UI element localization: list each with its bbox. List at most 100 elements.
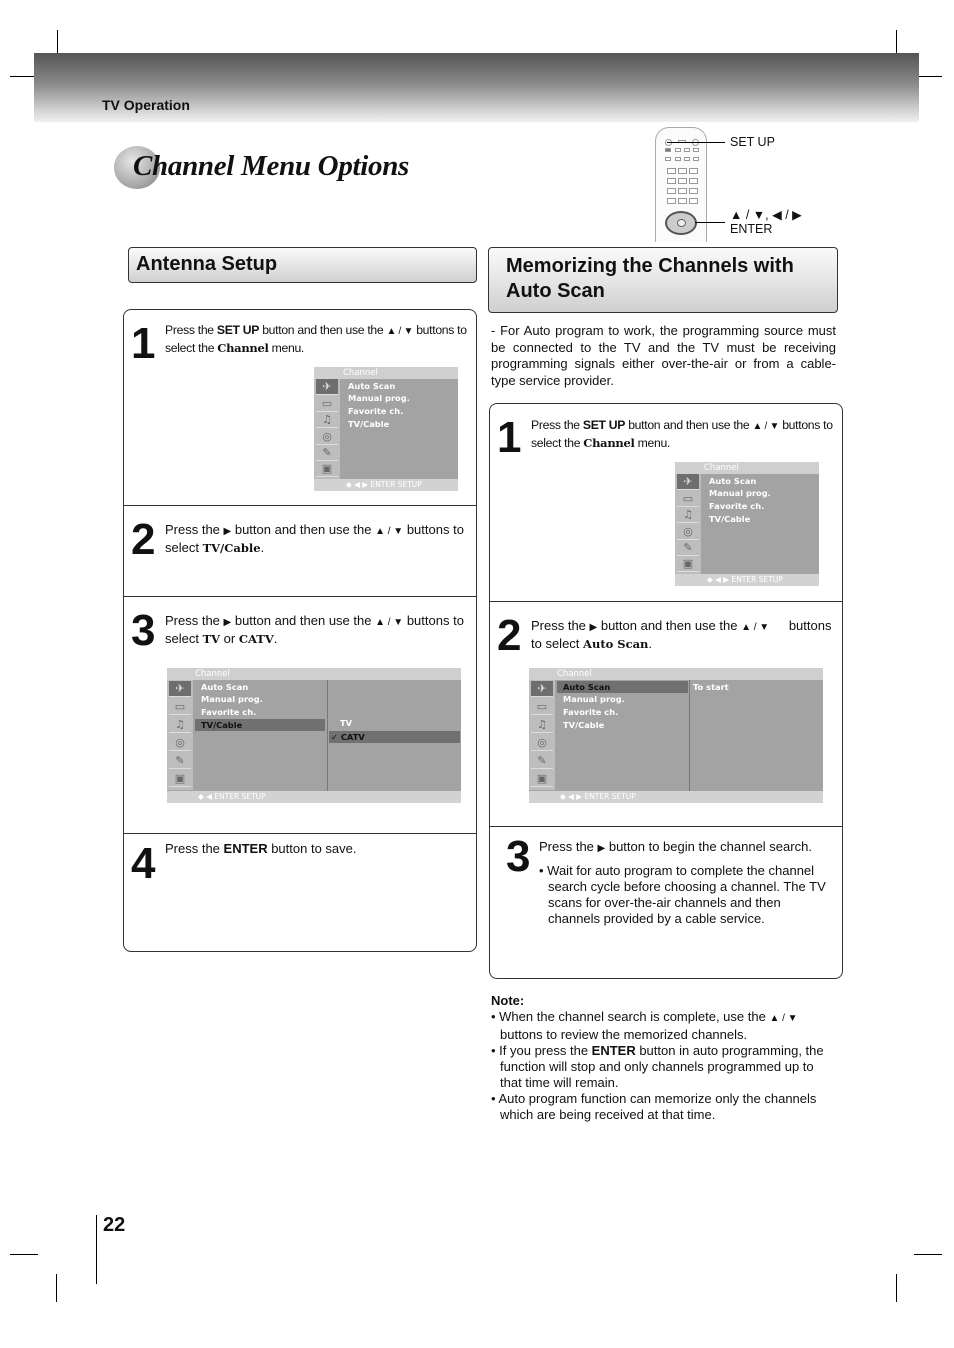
menu-title: Channel	[675, 462, 819, 474]
option-tv: TV	[340, 718, 353, 728]
text: • When the channel search is complete, u…	[491, 1009, 770, 1024]
satellite-icon: ✈	[316, 379, 338, 395]
submenu-panel	[689, 680, 823, 791]
step-divider	[124, 833, 476, 834]
text: menu.	[634, 436, 671, 450]
step-instruction: Press the SET UP button and then use the…	[165, 322, 475, 356]
text: button and then use the	[231, 613, 376, 628]
channel-menu-screen-tv-cable: Channel ✈ ▭ ♫ ◎ ✎ ▣ Auto Scan Manual pro…	[167, 668, 461, 803]
catv-keyword: CATV	[238, 632, 274, 646]
menu-title: Channel	[167, 668, 461, 680]
note-item: • When the channel search is complete, u…	[491, 1009, 836, 1043]
menu-item: Auto Scan	[709, 476, 757, 486]
menu-item: Auto Scan	[348, 381, 396, 391]
special-icon: ✎	[531, 753, 553, 769]
antenna-setup-header: Antenna Setup	[128, 247, 477, 283]
picture-icon: ▭	[169, 699, 191, 715]
special-icon: ✎	[677, 540, 699, 556]
remote-control-illustration	[655, 127, 707, 242]
time-icon: ◎	[531, 735, 553, 751]
crop-mark	[56, 1274, 57, 1302]
step-number: 3	[506, 832, 531, 881]
step-number: 2	[497, 611, 522, 660]
menu-item: TV/Cable	[348, 419, 390, 429]
up-down-arrows-icon: ▲ / ▼	[741, 622, 770, 633]
picture-icon: ▭	[677, 491, 699, 507]
text: button and then use the	[597, 618, 742, 633]
sound-icon: ♫	[677, 507, 699, 523]
step-number: 1	[131, 319, 156, 368]
satellite-icon: ✈	[169, 681, 191, 697]
setup-button-icon	[665, 148, 671, 152]
page-number-rule	[96, 1215, 97, 1284]
text: or	[220, 631, 239, 646]
text: .	[648, 636, 653, 651]
channel-menu-screen: Channel ✈ ▭ ♫ ◎ ✎ ▣ Auto Scan Manual pro…	[314, 367, 458, 491]
screen-icon: ▣	[677, 556, 699, 572]
step-instruction: Press the ▶ button and then use the ▲ / …	[165, 613, 475, 647]
text: Press the	[165, 613, 224, 628]
menu-footer: ◆ ◀ ENTER SETUP	[167, 791, 461, 803]
screen-icon: ▣	[169, 771, 191, 787]
page-number: 22	[103, 1214, 126, 1236]
up-down-arrows-icon: ▲ / ▼	[769, 1013, 798, 1024]
text: • Auto program function can memorize onl…	[491, 1091, 817, 1122]
text: Press the	[539, 839, 598, 854]
menu-item: Favorite ch.	[563, 707, 619, 717]
enter-keyword: ENTER	[223, 841, 268, 856]
option-catv-selected: ✓ CATV	[329, 731, 460, 743]
enter-label: ENTER	[730, 222, 773, 236]
text: .	[260, 540, 265, 555]
time-icon: ◎	[169, 735, 191, 751]
step-number: 1	[497, 413, 522, 462]
step-number: 2	[131, 515, 156, 564]
satellite-icon: ✈	[531, 681, 553, 697]
menu-title: Channel	[314, 367, 458, 379]
note-item: • Auto program function can memorize onl…	[491, 1091, 836, 1123]
special-icon: ✎	[316, 445, 338, 461]
step-divider	[124, 505, 476, 506]
menu-item: Manual prog.	[201, 694, 263, 704]
picture-icon: ▭	[316, 396, 338, 412]
time-icon: ◎	[316, 429, 338, 445]
special-icon: ✎	[169, 753, 191, 769]
text: button and then use the	[231, 522, 376, 537]
crop-mark	[914, 1254, 942, 1255]
setup-label: SET UP	[730, 135, 775, 149]
menu-item: Favorite ch.	[709, 501, 765, 511]
text: buttons to review the memorized channels…	[500, 1027, 748, 1042]
step-instruction: Press the ▶ button to begin the channel …	[539, 839, 839, 857]
text: menu.	[268, 341, 305, 355]
menu-item: Favorite ch.	[348, 406, 404, 416]
text: Press the	[531, 418, 583, 432]
auto-scan-header: Memorizing the Channels with Auto Scan	[488, 247, 838, 313]
crop-mark	[896, 1274, 897, 1302]
menu-item: TV/Cable	[709, 514, 751, 524]
text: .	[273, 631, 278, 646]
option-to-start: To start	[693, 682, 729, 692]
step-bullet-note: • Wait for auto program to complete the …	[539, 863, 826, 926]
sound-icon: ♫	[169, 717, 191, 733]
menu-item: Favorite ch.	[201, 707, 257, 717]
step-instruction: Press the SET UP button and then use the…	[531, 417, 841, 451]
channel-keyword: Channel	[217, 341, 269, 355]
nav-dial-icon	[665, 211, 697, 235]
note-item: • If you press the ENTER button in auto …	[491, 1043, 836, 1091]
text: button to begin the channel search.	[605, 839, 812, 854]
up-down-arrows-icon: ▲ / ▼	[375, 526, 404, 537]
step-instruction: Press the ENTER button to save.	[165, 841, 475, 857]
text: Press the	[165, 841, 224, 856]
up-down-arrows-icon: ▲ / ▼	[375, 617, 404, 628]
text: Press the	[165, 323, 217, 337]
step-divider	[124, 596, 476, 597]
satellite-icon: ✈	[677, 474, 699, 490]
setup-keyword: SET UP	[216, 323, 260, 337]
section-label: TV Operation	[102, 97, 190, 113]
menu-footer: ◆ ◀ ▶ ENTER SETUP	[529, 791, 823, 803]
menu-footer: ◆ ◀ ▶ ENTER SETUP	[314, 479, 458, 491]
screen-icon: ▣	[316, 461, 338, 477]
step-instruction: Press the ▶ button and then use the ▲ / …	[531, 618, 841, 652]
step-instruction: Press the ▶ button and then use the ▲ / …	[165, 522, 475, 556]
sound-icon: ♫	[531, 717, 553, 733]
step-divider	[490, 826, 842, 827]
